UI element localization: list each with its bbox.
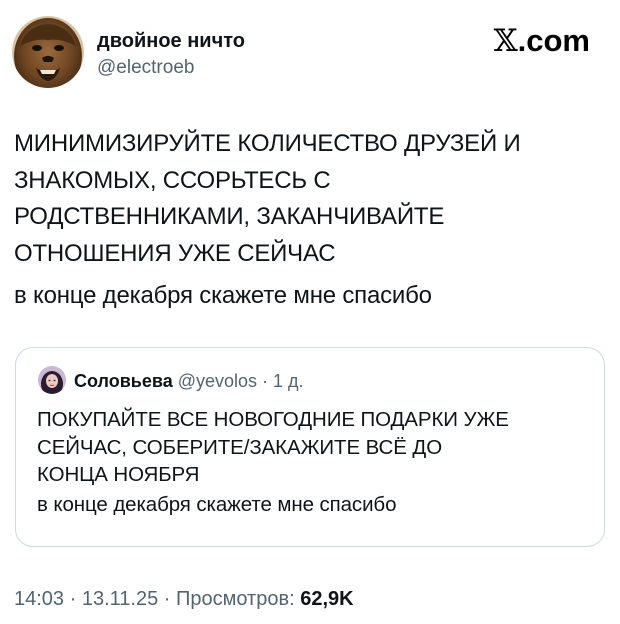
x-logo: 𝕏.com (493, 23, 590, 59)
brand-domain: .com (517, 23, 590, 58)
quote-author-avatar[interactable] (38, 366, 66, 394)
quote-subtext: в конце декабря скажете мне спасибо (37, 493, 397, 516)
tweet-time[interactable]: 14:03 (14, 588, 64, 610)
meta-separator: · (64, 588, 82, 610)
tweet-subtext: в конце декабря скажете мне спасибо (14, 282, 432, 309)
tweet-date[interactable]: 13.11.25 (82, 588, 158, 610)
tweet-meta: 14:03 · 13.11.25 · Просмотров: 62,9K (14, 586, 354, 612)
author-handle[interactable]: @electroeb (97, 56, 194, 80)
views-count[interactable]: 62,9K (300, 588, 353, 610)
quote-text: ПОКУПАЙТЕ ВСЕ НОВОГОДНИЕ ПОДАРКИ УЖЕ СЕЙ… (37, 408, 509, 486)
author-name[interactable]: двойное ничто (97, 29, 245, 53)
quote-author-handle[interactable]: @yevolos (178, 371, 257, 391)
quote-age: 1 д. (273, 371, 304, 391)
avatar-image (12, 16, 84, 88)
quote-author-name[interactable]: Соловьева (74, 371, 173, 391)
author-avatar[interactable] (12, 16, 84, 88)
quote-avatar-image (38, 366, 66, 394)
meta-separator: · (158, 588, 176, 610)
views-label: Просмотров: (176, 588, 301, 610)
quote-separator: · (257, 371, 274, 391)
tweet-text: МИНИМИЗИРУЙТЕ КОЛИЧЕСТВО ДРУЗЕЙ И ЗНАКОМ… (14, 130, 521, 267)
quote-header: Соловьева @yevolos · 1 д. (74, 370, 304, 392)
quoted-tweet-card[interactable]: Соловьева @yevolos · 1 д. ПОКУПАЙТЕ ВСЕ … (15, 347, 605, 547)
x-icon: 𝕏 (493, 23, 518, 59)
